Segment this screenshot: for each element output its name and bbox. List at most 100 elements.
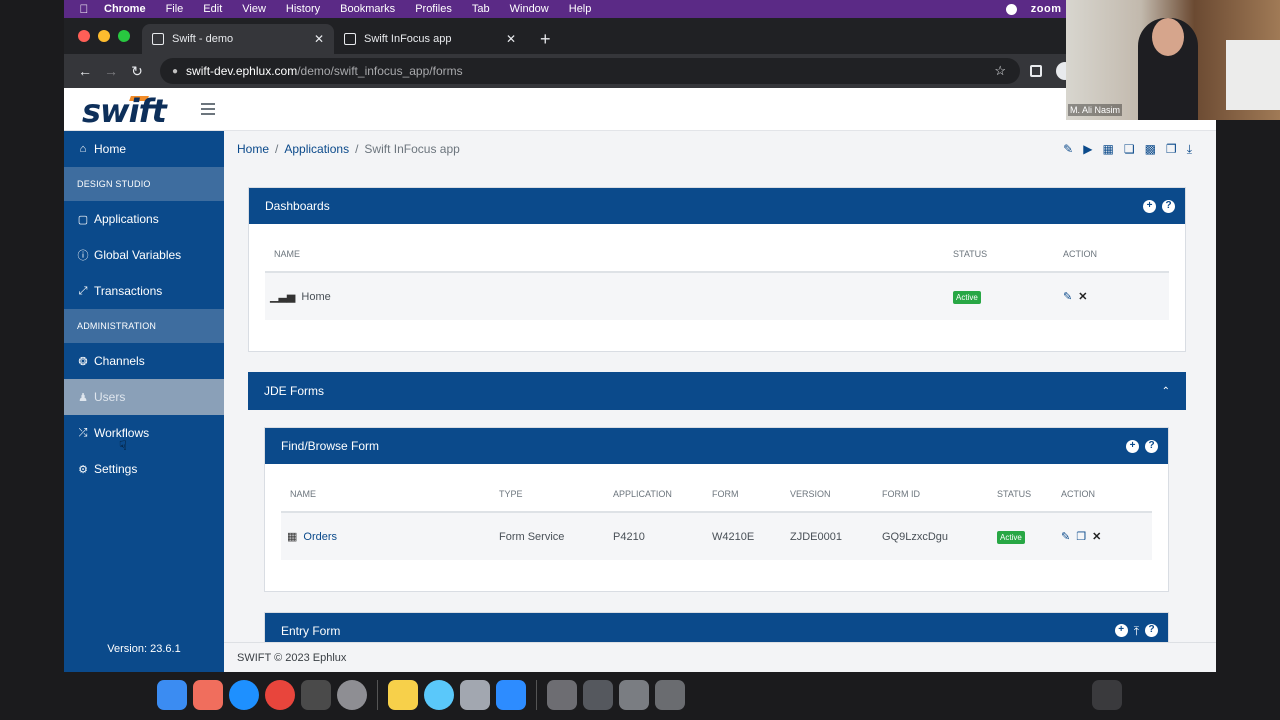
trash-icon[interactable]	[1092, 680, 1122, 710]
copy-icon[interactable]: ❐	[1166, 142, 1177, 157]
minimize-window-icon[interactable]	[98, 30, 110, 42]
swift-logo[interactable]: swift	[82, 92, 167, 130]
sidebar-item-label: Home	[94, 142, 127, 156]
dashboard-name[interactable]: Home	[301, 291, 330, 303]
edit-icon[interactable]: ✎	[1063, 142, 1073, 157]
browser-toolbar: ← → ↻ ● swift-dev.ephlux.com /demo/swift…	[64, 54, 1216, 88]
form-name[interactable]: Orders	[303, 531, 337, 543]
delete-icon[interactable]: ✕	[1092, 531, 1101, 543]
close-window-icon[interactable]	[78, 30, 90, 42]
browser-tab-swift-demo[interactable]: Swift - demo ✕	[142, 24, 334, 54]
maximize-window-icon[interactable]	[118, 30, 130, 42]
download-icon[interactable]: ⤓	[1187, 142, 1192, 157]
zoom-app-icon[interactable]	[496, 680, 526, 710]
sidebar-item-channels[interactable]: ❂ Channels	[64, 343, 224, 379]
menu-tab[interactable]: Tab	[472, 3, 490, 15]
menu-profiles[interactable]: Profiles	[415, 3, 452, 15]
jde-forms-panel: JDE Forms ⌃ Find/Browse Form + ? NAME TY…	[248, 372, 1186, 672]
sidebar-item-label: Settings	[94, 462, 138, 476]
window-thumbnail-icon[interactable]	[583, 680, 613, 710]
tab-close-icon[interactable]: ✕	[506, 32, 516, 46]
panel-title: JDE Forms	[264, 384, 324, 398]
menu-view[interactable]: View	[242, 3, 266, 15]
panel-title: Find/Browse Form	[281, 439, 380, 453]
safari-icon[interactable]	[229, 680, 259, 710]
sidebar-item-label: Users	[94, 390, 126, 404]
preview-icon[interactable]	[424, 680, 454, 710]
form-name-cell[interactable]: ▦ Orders	[281, 512, 499, 560]
qr-code-icon[interactable]: ▩	[1145, 142, 1156, 157]
grid-icon[interactable]: ▦	[1102, 142, 1113, 157]
dashboard-name-cell[interactable]: ▁▃▅ Home	[265, 272, 953, 320]
chevron-up-icon[interactable]: ⌃	[1162, 386, 1170, 397]
notes-icon[interactable]	[388, 680, 418, 710]
sidebar-item-applications[interactable]: ▢ Applications	[64, 201, 224, 237]
upload-icon[interactable]: ⤒	[1134, 624, 1139, 639]
sidebar-item-transactions[interactable]: ⤢ Transactions	[64, 273, 224, 309]
window-thumbnail-icon[interactable]	[619, 680, 649, 710]
launchpad-icon[interactable]	[193, 680, 223, 710]
help-circle-icon[interactable]: ?	[1145, 439, 1158, 453]
sidebar-item-workflows[interactable]: ⤮ Workflows	[64, 415, 224, 451]
dashboard-status-cell: Active	[953, 272, 1063, 320]
screenshot-icon[interactable]	[460, 680, 490, 710]
window-thumbnail-icon[interactable]	[655, 680, 685, 710]
sidebar-section-administration: ADMINISTRATION	[64, 309, 224, 343]
calculator-icon[interactable]	[301, 680, 331, 710]
menu-help[interactable]: Help	[569, 3, 592, 15]
hamburger-menu-icon[interactable]	[201, 103, 215, 118]
menu-history[interactable]: History	[286, 3, 320, 15]
add-circle-icon[interactable]: +	[1143, 199, 1156, 213]
copy-icon[interactable]: ❐	[1076, 531, 1086, 543]
add-circle-icon[interactable]: +	[1114, 623, 1128, 637]
edit-icon[interactable]: ✎	[1063, 291, 1072, 303]
system-settings-icon[interactable]	[337, 680, 367, 710]
chrome-icon[interactable]	[265, 680, 295, 710]
video-call-overlay[interactable]: M. Ali Nasim	[1066, 0, 1280, 120]
web-page: swift ⌂ Home DESIGN STUDIO ▢ Application…	[64, 88, 1216, 672]
column-header-status: STATUS	[997, 476, 1061, 513]
menu-edit[interactable]: Edit	[203, 3, 222, 15]
delete-icon[interactable]: ✕	[1078, 291, 1087, 303]
document-icon[interactable]	[547, 680, 577, 710]
back-arrow-icon[interactable]: ←	[72, 63, 98, 79]
reload-icon[interactable]: ↻	[124, 63, 150, 80]
browser-tab-infocus[interactable]: Swift InFocus app ✕	[334, 24, 526, 54]
breadcrumb-applications[interactable]: Applications	[284, 142, 349, 156]
sidebar-item-users[interactable]: ♟ Users	[64, 379, 224, 415]
menu-file[interactable]: File	[166, 3, 184, 15]
menu-app-name[interactable]: Chrome	[104, 3, 146, 15]
finder-icon[interactable]	[157, 680, 187, 710]
page-toolbar: ✎ ▶ ▦ ❏ ▩ ❐ ⤓	[1063, 142, 1192, 157]
apple-icon[interactable]: 	[64, 2, 104, 16]
zoom-menu-label[interactable]: zoom	[1031, 3, 1062, 15]
tab-title: Swift InFocus app	[364, 33, 452, 45]
forward-arrow-icon[interactable]: →	[98, 63, 124, 79]
participant-name: M. Ali Nasim	[1068, 104, 1123, 116]
help-circle-icon[interactable]: ?	[1162, 199, 1175, 213]
add-circle-icon[interactable]: +	[1126, 439, 1139, 453]
square-icon: ▢	[77, 213, 89, 226]
mac-menubar:  Chrome File Edit View History Bookmark…	[64, 0, 1216, 18]
sidebar-item-global-variables[interactable]: ⓘ Global Variables	[64, 237, 224, 273]
clone-icon[interactable]: ❏	[1124, 142, 1135, 157]
sidebar-item-settings[interactable]: ⚙ Settings	[64, 451, 224, 487]
form-status-cell: Active	[997, 512, 1061, 560]
bookmark-star-icon[interactable]: ☆	[994, 63, 1006, 79]
jde-forms-header[interactable]: JDE Forms ⌃	[248, 372, 1186, 410]
record-icon[interactable]	[1005, 3, 1017, 15]
address-bar[interactable]: ● swift-dev.ephlux.com /demo/swift_infoc…	[160, 58, 1020, 84]
sidebar-section-design-studio: DESIGN STUDIO	[64, 167, 224, 201]
help-circle-icon[interactable]: ?	[1145, 623, 1158, 637]
edit-icon[interactable]: ✎	[1061, 531, 1070, 543]
tab-close-icon[interactable]: ✕	[314, 32, 324, 46]
site-info-icon[interactable]: ●	[172, 66, 178, 77]
sidebar-item-home[interactable]: ⌂ Home	[64, 131, 224, 167]
side-panel-icon[interactable]	[1030, 65, 1042, 77]
menu-window[interactable]: Window	[510, 3, 549, 15]
breadcrumb-home[interactable]: Home	[237, 142, 269, 156]
new-tab-button[interactable]: +	[526, 29, 561, 54]
menu-bookmarks[interactable]: Bookmarks	[340, 3, 395, 15]
play-icon[interactable]: ▶	[1083, 142, 1092, 157]
status-badge: Active	[997, 530, 1025, 544]
